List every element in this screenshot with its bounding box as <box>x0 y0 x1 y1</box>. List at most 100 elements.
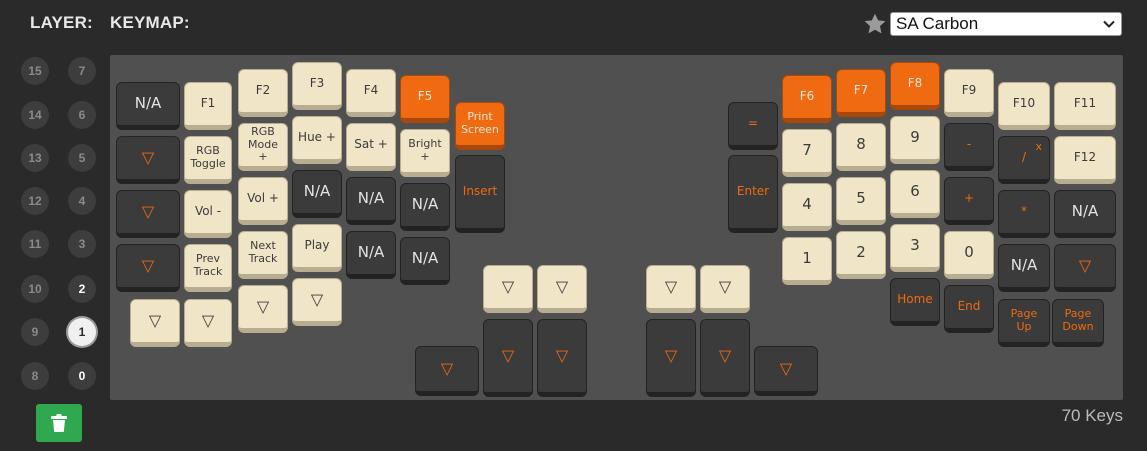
key-24[interactable]: N/A <box>346 231 396 279</box>
layer-button-4[interactable]: 4 <box>68 187 96 215</box>
key-12[interactable]: Bright + <box>400 129 450 177</box>
layer-button-12[interactable]: 12 <box>21 187 49 215</box>
keymap-label: KEYMAP: <box>110 13 190 32</box>
layer-button-8[interactable]: 8 <box>21 362 49 390</box>
key-42[interactable]: F7 <box>836 69 886 117</box>
key-38[interactable]: ▽ <box>700 319 750 397</box>
key-67[interactable]: End <box>944 285 994 333</box>
key-68[interactable]: Page Up <box>998 299 1050 347</box>
key-11[interactable]: Sat + <box>346 123 396 171</box>
delete-button[interactable] <box>36 404 82 442</box>
key-18[interactable]: N/A <box>346 177 396 225</box>
key-15[interactable]: Vol - <box>184 190 232 238</box>
key-7[interactable]: ▽ <box>116 136 180 184</box>
key-23[interactable]: Play <box>292 224 342 272</box>
key-label: Play <box>304 238 330 253</box>
key-9[interactable]: RGB Mode + <box>238 123 288 171</box>
layer-button-11[interactable]: 11 <box>21 230 49 258</box>
key-63[interactable]: 0 <box>944 231 994 279</box>
key-10[interactable]: Hue + <box>292 116 342 164</box>
key-34[interactable]: ▽ <box>537 319 587 397</box>
key-label: / <box>1021 150 1027 165</box>
key-58[interactable]: * <box>998 190 1050 238</box>
layer-button-14[interactable]: 14 <box>21 101 49 129</box>
key-6[interactable]: Print Screen <box>455 102 505 150</box>
layer-button-2[interactable]: 2 <box>68 275 96 303</box>
layer-button-13[interactable]: 13 <box>21 144 49 172</box>
key-32[interactable]: ▽ <box>415 346 479 396</box>
key-48[interactable]: 7 <box>782 129 832 177</box>
layer-button-3[interactable]: 3 <box>68 230 96 258</box>
key-26[interactable]: ▽ <box>130 299 180 347</box>
layer-button-5[interactable]: 5 <box>68 144 96 172</box>
key-47[interactable]: Enter <box>728 155 778 233</box>
key-51[interactable]: - <box>944 123 994 171</box>
key-49[interactable]: 8 <box>836 123 886 171</box>
layer-button-6[interactable]: 6 <box>68 101 96 129</box>
key-41[interactable]: F6 <box>782 75 832 123</box>
key-62[interactable]: 3 <box>890 224 940 272</box>
key-5[interactable]: F5 <box>400 75 450 123</box>
key-37[interactable]: ▽ <box>646 319 696 397</box>
key-52[interactable]: / x <box>998 136 1050 184</box>
key-4[interactable]: F4 <box>346 69 396 117</box>
key-29[interactable]: ▽ <box>292 278 342 326</box>
key-46[interactable]: F11 <box>1054 82 1116 130</box>
key-59[interactable]: N/A <box>1054 190 1116 238</box>
key-36[interactable]: ▽ <box>700 265 750 313</box>
key-55[interactable]: 5 <box>836 177 886 225</box>
key-45[interactable]: F10 <box>998 82 1050 130</box>
key-label: F3 <box>309 76 325 91</box>
key-54[interactable]: 4 <box>782 183 832 231</box>
key-label: N/A <box>357 243 385 262</box>
key-61[interactable]: 2 <box>836 231 886 279</box>
layer-button-0[interactable]: 0 <box>68 362 96 390</box>
key-35[interactable]: ▽ <box>646 265 696 313</box>
key-27[interactable]: ▽ <box>184 299 232 347</box>
key-label: + <box>963 191 975 206</box>
key-28[interactable]: ▽ <box>238 285 288 333</box>
key-50[interactable]: 9 <box>890 116 940 164</box>
key-label: ▽ <box>718 345 732 365</box>
key-14[interactable]: ▽ <box>116 190 180 238</box>
key-0[interactable]: N/A <box>116 82 180 130</box>
key-16[interactable]: Vol + <box>238 177 288 225</box>
key-label: Enter <box>736 184 770 199</box>
key-20[interactable]: ▽ <box>116 244 180 292</box>
key-31[interactable]: ▽ <box>537 265 587 313</box>
key-count: 70 Keys <box>1061 406 1123 425</box>
key-17[interactable]: N/A <box>292 170 342 218</box>
key-label: Sat + <box>354 137 388 152</box>
key-66[interactable]: Home <box>890 278 940 326</box>
key-43[interactable]: F8 <box>890 62 940 110</box>
key-44[interactable]: F9 <box>944 69 994 117</box>
key-1[interactable]: F1 <box>184 82 232 130</box>
key-21[interactable]: Prev Track <box>184 244 232 292</box>
key-53[interactable]: F12 <box>1054 136 1116 184</box>
star-icon[interactable] <box>862 11 888 37</box>
key-64[interactable]: N/A <box>998 244 1050 292</box>
key-13[interactable]: Insert <box>455 155 505 233</box>
key-2[interactable]: F2 <box>238 69 288 117</box>
key-56[interactable]: 6 <box>890 170 940 218</box>
key-39[interactable]: ▽ <box>754 346 818 396</box>
key-30[interactable]: ▽ <box>483 265 533 313</box>
keycap-theme-select[interactable]: SA Carbon <box>890 12 1122 36</box>
layer-button-10[interactable]: 10 <box>21 275 49 303</box>
key-57[interactable]: + <box>944 177 994 225</box>
key-40[interactable]: = <box>728 102 778 150</box>
key-22[interactable]: Next Track <box>238 231 288 279</box>
layer-button-7[interactable]: 7 <box>68 57 96 85</box>
key-33[interactable]: ▽ <box>483 319 533 397</box>
key-65[interactable]: ▽ <box>1054 244 1116 292</box>
key-label: ▽ <box>779 358 793 378</box>
layer-button-1[interactable]: 1 <box>68 318 96 346</box>
key-25[interactable]: N/A <box>400 237 450 285</box>
layer-button-15[interactable]: 15 <box>21 57 49 85</box>
key-60[interactable]: 1 <box>782 237 832 285</box>
layer-button-9[interactable]: 9 <box>21 318 49 346</box>
key-19[interactable]: N/A <box>400 183 450 231</box>
key-69[interactable]: Page Down <box>1052 299 1104 347</box>
key-8[interactable]: RGB Toggle <box>184 136 232 184</box>
key-3[interactable]: F3 <box>292 62 342 110</box>
